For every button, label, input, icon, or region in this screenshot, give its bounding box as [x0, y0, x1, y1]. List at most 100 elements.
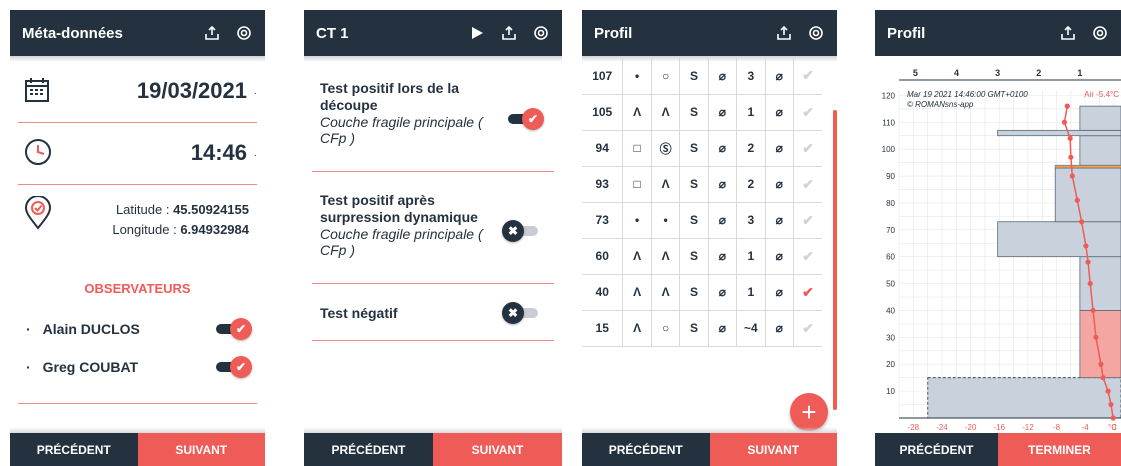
table-cell: ⌀: [708, 238, 738, 275]
table-cell: S: [679, 166, 709, 203]
table-cell: ⌀: [765, 94, 794, 131]
export-icon[interactable]: [500, 24, 518, 42]
table-cell: Λ: [651, 274, 681, 311]
y-tick-label: 90: [886, 172, 895, 181]
settings-icon[interactable]: [1091, 24, 1109, 42]
table-row[interactable]: 94 □ Ⓢ S ⌀ 2 ⌀ ✔: [582, 130, 822, 167]
hardness-tick-label: 1: [1077, 68, 1082, 78]
observer-toggle[interactable]: ✔: [216, 318, 252, 340]
settings-icon[interactable]: [235, 24, 253, 42]
check-icon: ✔: [230, 318, 252, 340]
check-icon[interactable]: ✔: [793, 202, 822, 239]
observer-toggle[interactable]: ✔: [216, 356, 252, 378]
table-cell: ⌀: [708, 274, 738, 311]
table-row[interactable]: 73 • • S ⌀ 3 ⌀ ✔: [582, 202, 822, 239]
screen-title: CT 1: [316, 24, 349, 42]
check-icon: ✔: [522, 108, 544, 130]
export-icon[interactable]: [1059, 24, 1077, 42]
hardness-layer: [1079, 135, 1121, 166]
check-icon[interactable]: ✔: [793, 58, 822, 95]
play-icon[interactable]: [468, 24, 486, 42]
time-value[interactable]: 14:46: [191, 140, 247, 166]
test-title: Test négatif: [320, 305, 398, 321]
observer-name: Greg COUBAT: [26, 359, 138, 375]
table-cell: 1: [736, 94, 766, 131]
table-cell: □: [622, 166, 652, 203]
table-cell: S: [679, 274, 709, 311]
check-icon: ✔: [230, 356, 252, 378]
next-button[interactable]: SUIVANT: [709, 433, 837, 466]
table-row[interactable]: 107 • ○ S ⌀ 3 ⌀ ✔: [582, 58, 822, 95]
table-row[interactable]: 93 □ Λ S ⌀ 2 ⌀ ✔: [582, 166, 822, 203]
check-icon[interactable]: ✔: [793, 166, 822, 203]
temperature-point: [1090, 307, 1096, 314]
y-tick-label: 70: [886, 226, 895, 235]
table-row[interactable]: 40 Λ Λ S ⌀ 1 ⌀ ✔: [582, 274, 822, 311]
test-toggle[interactable]: ✖: [502, 302, 538, 324]
settings-icon[interactable]: [807, 24, 825, 42]
check-icon[interactable]: ✔: [793, 238, 822, 275]
layers-table: 107 • ○ S ⌀ 3 ⌀ ✔ 105 Λ Λ S ⌀ 1 ⌀ ✔ 94 □ Ⓢ S ⌀ 2 ⌀ ✔ 93 □ Λ S ⌀ 2 ⌀ ✔ 73…: [582, 58, 822, 347]
table-cell: 93: [582, 166, 624, 203]
test-subtitle: Couche fragile principale ( CFp ): [320, 114, 483, 146]
finish-button[interactable]: TERMINER: [998, 433, 1121, 466]
settings-icon[interactable]: [532, 24, 550, 42]
time-dropdown-icon[interactable]: ·: [254, 150, 257, 161]
metadata-screen: Méta-données 19/03/2021 · 14:46 · Latitu…: [10, 10, 265, 466]
table-cell: 2: [736, 166, 766, 203]
previous-button[interactable]: PRÉCÉDENT: [875, 433, 998, 466]
check-icon[interactable]: ✔: [793, 274, 822, 311]
previous-button[interactable]: PRÉCÉDENT: [304, 433, 433, 466]
table-row[interactable]: 15 Λ ○ S ⌀ ~4 ⌀ ✔: [582, 310, 822, 347]
test-toggle[interactable]: ✔: [508, 108, 544, 130]
copyright-label: © ROMANsns-app: [907, 100, 974, 109]
table-cell: Λ: [651, 94, 681, 131]
temperature-point: [1067, 135, 1073, 141]
date-dropdown-icon[interactable]: ·: [254, 88, 257, 99]
next-button[interactable]: SUIVANT: [433, 433, 562, 466]
test-toggle[interactable]: ✖: [502, 220, 538, 242]
temperature-point: [1100, 375, 1106, 381]
table-row[interactable]: 60 Λ Λ S ⌀ 1 ⌀ ✔: [582, 238, 822, 275]
previous-button[interactable]: PRÉCÉDENT: [10, 433, 138, 466]
temperature-point: [1085, 259, 1091, 265]
y-tick-label: 100: [882, 145, 896, 154]
y-tick-label: 110: [882, 118, 895, 127]
table-cell: 105: [582, 94, 624, 131]
table-cell: 1: [736, 274, 766, 311]
test-title: Test positif lors de la découpe: [320, 80, 459, 113]
bottom-bar: PRÉCÉDENT TERMINER: [875, 433, 1121, 466]
table-cell: Λ: [622, 94, 652, 131]
screen-title: Profil: [887, 24, 926, 42]
table-row[interactable]: 105 Λ Λ S ⌀ 1 ⌀ ✔: [582, 94, 822, 131]
table-cell: ⌀: [708, 310, 738, 347]
check-icon[interactable]: ✔: [793, 130, 822, 167]
table-cell: □: [622, 130, 652, 167]
hardness-layer: [997, 221, 1121, 258]
x-tick-label: -8: [1053, 423, 1061, 432]
temperature-point: [1083, 243, 1089, 249]
y-tick-label: 30: [886, 333, 895, 342]
test-subtitle: Couche fragile principale ( CFp ): [320, 226, 483, 258]
table-cell: ⌀: [708, 202, 738, 239]
next-button[interactable]: SUIVANT: [137, 433, 265, 466]
date-value[interactable]: 19/03/2021: [137, 78, 247, 104]
clock-icon: [24, 138, 52, 171]
add-layer-button[interactable]: +: [790, 393, 828, 431]
x-tick-label: -12: [1022, 423, 1034, 432]
previous-button[interactable]: PRÉCÉDENT: [582, 433, 710, 466]
export-icon[interactable]: [775, 24, 793, 42]
hardness-tick-label: 5: [913, 68, 918, 78]
export-icon[interactable]: [203, 24, 221, 42]
table-cell: 73: [582, 202, 624, 239]
bottom-bar: PRÉCÉDENT SUIVANT: [582, 433, 837, 466]
scrollbar[interactable]: [833, 110, 837, 410]
bottom-bar: PRÉCÉDENT SUIVANT: [304, 433, 562, 466]
check-icon[interactable]: ✔: [793, 310, 822, 347]
y-tick-label: 50: [886, 280, 895, 289]
latitude-label: Latitude :: [115, 202, 170, 217]
table-cell: ○: [651, 58, 681, 95]
check-icon[interactable]: ✔: [793, 94, 822, 131]
temperature-point: [1093, 334, 1099, 340]
stability-test-screen: CT 1 Test positif lors de la découpe Cou…: [304, 10, 562, 466]
